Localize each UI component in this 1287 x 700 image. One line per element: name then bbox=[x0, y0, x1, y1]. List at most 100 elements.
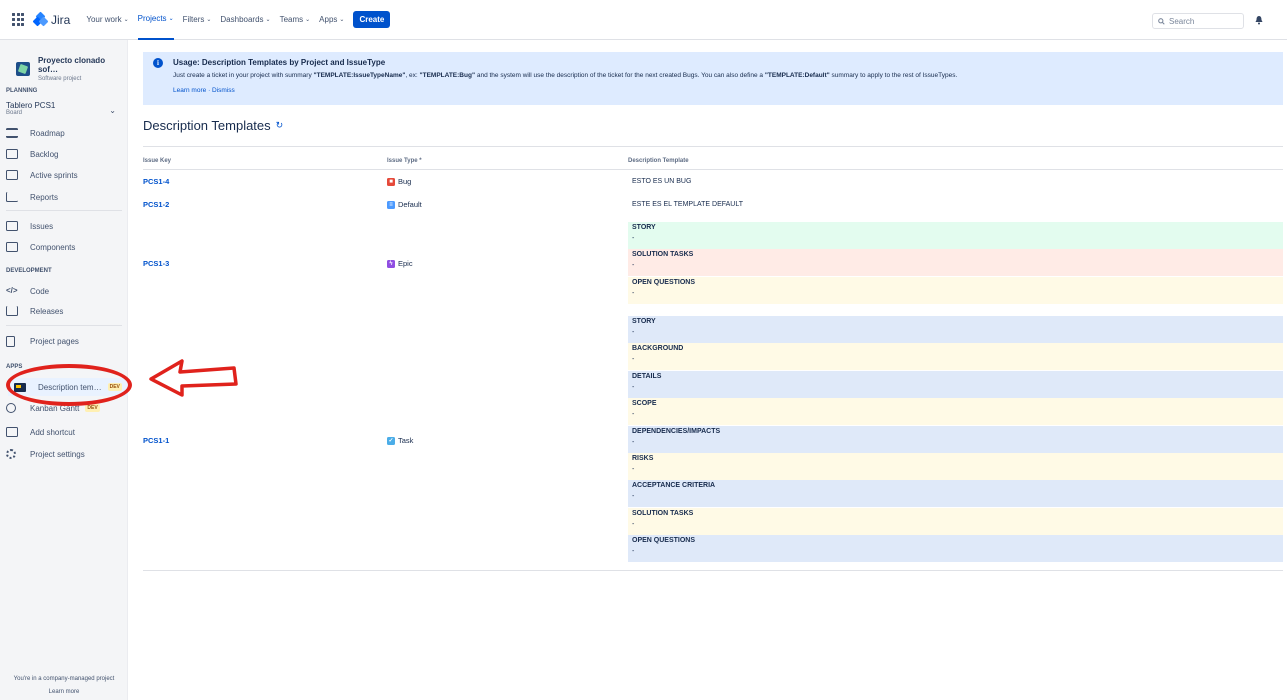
issue-type-label: Bug bbox=[398, 177, 412, 186]
bug-type-icon: ■ bbox=[387, 177, 395, 186]
learn-more-link[interactable]: Learn more bbox=[173, 87, 206, 94]
banner-links: Learn more · Dismiss bbox=[173, 87, 235, 94]
banner-text-part: summary to apply to the rest of IssueTyp… bbox=[829, 72, 958, 79]
chevron-down-icon: ⌄ bbox=[265, 17, 271, 23]
code-icon: </> bbox=[6, 286, 18, 295]
development-label: DEVELOPMENT bbox=[6, 268, 52, 274]
learn-more-link[interactable]: Learn more bbox=[0, 689, 128, 695]
template-section-value: - bbox=[632, 466, 635, 473]
top-navigation: Jira Your work ⌄ Projects ⌄ Filters ⌄ Dashb… bbox=[0, 0, 1287, 40]
nav-label: Apps bbox=[319, 15, 338, 24]
template-section-value: - bbox=[632, 493, 635, 501]
sidebar-item-code[interactable]: </> Code bbox=[6, 282, 49, 300]
template-section-heading: ACCEPTANCE CRITERIA bbox=[632, 482, 716, 490]
search-placeholder: Search bbox=[1169, 16, 1195, 26]
template-section-value: - bbox=[632, 438, 635, 446]
default-type-icon: ≡ bbox=[387, 200, 395, 209]
template-section: OPEN QUESTIONS - bbox=[628, 276, 1283, 304]
template-section-heading: DETAILS bbox=[632, 372, 662, 380]
info-icon: i bbox=[153, 58, 163, 68]
nav-dashboards[interactable]: Dashboards ⌄ bbox=[220, 0, 270, 40]
template-section-heading: SOLUTION TASKS bbox=[632, 509, 694, 517]
nav-teams[interactable]: Teams ⌄ bbox=[280, 0, 311, 40]
template-section: SOLUTION TASKS - bbox=[628, 507, 1283, 535]
banner-text-bold: "TEMPLATE:Default" bbox=[764, 72, 830, 79]
nav-label: Projects bbox=[137, 14, 167, 23]
template-section-value: - bbox=[632, 383, 635, 391]
template-section-value: - bbox=[632, 235, 635, 242]
search-icon bbox=[1158, 17, 1165, 25]
gear-icon bbox=[6, 449, 16, 459]
sidebar-item-active-sprints[interactable]: Active sprints bbox=[6, 166, 78, 184]
chevron-down-icon: ⌄ bbox=[339, 17, 345, 23]
add-shortcut-icon bbox=[6, 427, 18, 437]
sidebar-item-project-settings[interactable]: Project settings bbox=[6, 445, 85, 463]
nav-projects[interactable]: Projects ⌄ bbox=[137, 0, 174, 40]
search-input[interactable]: Search bbox=[1152, 13, 1244, 29]
column-header-issue-type[interactable]: Issue Type * bbox=[387, 158, 422, 164]
divider bbox=[143, 146, 1283, 147]
sidebar-item-add-shortcut[interactable]: Add shortcut bbox=[6, 423, 75, 441]
issue-type: ■ Bug bbox=[387, 177, 411, 186]
column-header-issue-key[interactable]: Issue Key bbox=[143, 158, 171, 164]
chevron-down-icon: ⌄ bbox=[109, 106, 116, 115]
template-section: STORY - bbox=[628, 316, 1283, 343]
task-type-icon: ✓ bbox=[387, 436, 395, 445]
board-columns-icon bbox=[6, 170, 18, 180]
template-section: OPEN QUESTIONS - bbox=[628, 535, 1283, 563]
template-section: ACCEPTANCE CRITERIA - bbox=[628, 480, 1283, 508]
divider bbox=[143, 169, 1283, 170]
sidebar-item-reports[interactable]: Reports bbox=[6, 188, 58, 206]
sidebar-item-roadmap[interactable]: Roadmap bbox=[6, 124, 65, 142]
sidebar-item-releases[interactable]: Releases bbox=[6, 302, 63, 320]
template-section-value: - bbox=[632, 520, 635, 528]
issue-key-link[interactable]: PCS1-4 bbox=[143, 177, 169, 186]
highlight-ellipse bbox=[6, 364, 132, 406]
chevron-down-icon: ⌄ bbox=[123, 17, 129, 23]
project-name: Proyecto clonado sof… bbox=[37, 56, 106, 74]
nav-filters[interactable]: Filters ⌄ bbox=[183, 0, 212, 40]
sidebar-item-backlog[interactable]: Backlog bbox=[6, 145, 58, 163]
issue-key-link[interactable]: PCS1-3 bbox=[143, 259, 169, 268]
create-button[interactable]: Create bbox=[353, 11, 391, 28]
app-name: Jira bbox=[51, 12, 71, 27]
jira-logo-icon bbox=[32, 11, 49, 27]
backlog-icon bbox=[6, 149, 18, 159]
project-header[interactable]: Proyecto clonado sof… Software project bbox=[16, 56, 127, 82]
jira-logo[interactable]: Jira bbox=[32, 11, 71, 27]
sidebar-divider bbox=[6, 210, 122, 211]
kanban-gantt-icon bbox=[6, 403, 16, 413]
column-header-description-template[interactable]: Description Template bbox=[628, 158, 689, 164]
nav-label: Filters bbox=[182, 15, 205, 24]
chevron-down-icon: ⌄ bbox=[305, 17, 311, 23]
refresh-icon[interactable]: ↻ bbox=[276, 120, 284, 131]
template-section-heading: STORY bbox=[632, 224, 656, 231]
nav-apps[interactable]: Apps ⌄ bbox=[319, 0, 344, 40]
description-template-text: ESTO ES UN BUG bbox=[632, 178, 692, 185]
sidebar-item-issues[interactable]: Issues bbox=[6, 217, 53, 235]
template-section: BACKGROUND - bbox=[628, 343, 1283, 371]
dismiss-link[interactable]: Dismiss bbox=[212, 87, 235, 94]
nav-your-work[interactable]: Your work ⌄ bbox=[86, 0, 128, 40]
app-switcher-icon[interactable] bbox=[12, 12, 26, 27]
epic-type-icon: ϟ bbox=[387, 259, 395, 268]
notifications-icon[interactable] bbox=[1254, 15, 1264, 25]
banner-text-part: , ex: bbox=[405, 72, 420, 79]
issue-key-link[interactable]: PCS1-2 bbox=[143, 200, 169, 209]
sidebar-item-label: Project settings bbox=[30, 449, 85, 459]
issue-key-link[interactable]: PCS1-1 bbox=[143, 436, 169, 445]
planning-label: PLANNING bbox=[6, 88, 38, 94]
issue-type-label: Epic bbox=[398, 259, 413, 268]
board-selector[interactable]: Tablero PCS1 Board ⌄ bbox=[6, 101, 122, 116]
sidebar-item-components[interactable]: Components bbox=[6, 238, 75, 256]
banner-text-bold: "TEMPLATE:IssueTypeName" bbox=[313, 72, 406, 79]
template-section: DEPENDENCIES/IMPACTS - bbox=[628, 425, 1283, 453]
banner-text-part: Just create a ticket in your project wit… bbox=[173, 72, 314, 79]
template-section: RISKS - bbox=[628, 453, 1283, 480]
sidebar-item-label: Issues bbox=[30, 221, 54, 231]
sidebar-item-label: Code bbox=[30, 286, 50, 296]
sidebar-item-project-pages[interactable]: Project pages bbox=[6, 332, 79, 350]
template-section-heading: OPEN QUESTIONS bbox=[632, 537, 696, 545]
page-icon bbox=[6, 335, 15, 347]
board-name: Tablero PCS1 bbox=[6, 101, 56, 110]
